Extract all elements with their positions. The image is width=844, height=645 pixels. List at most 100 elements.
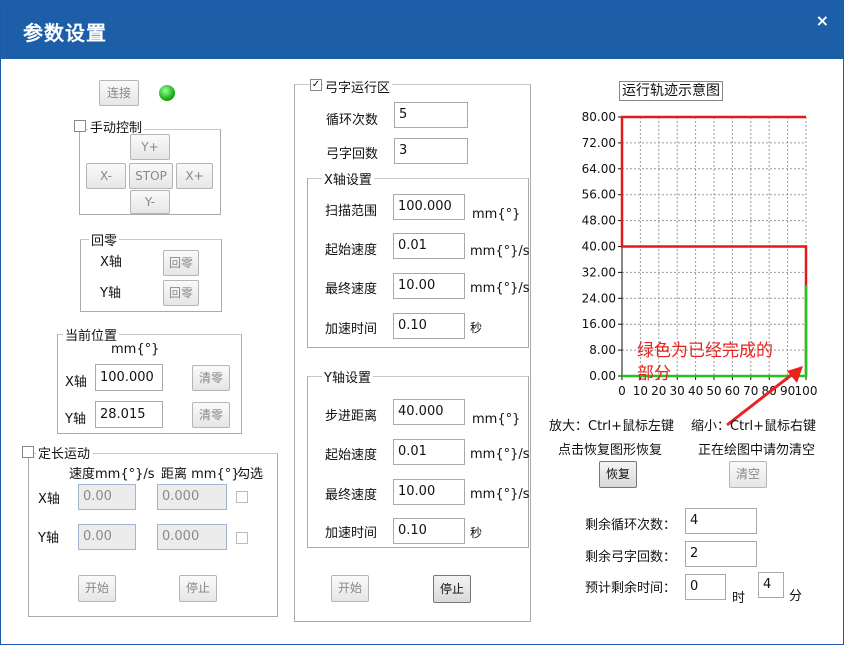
current-position-unit: mm{°} bbox=[111, 342, 160, 357]
y-tick-label: 72.00 bbox=[582, 136, 616, 150]
step-distance-unit: mm{°} bbox=[472, 412, 521, 427]
scan-range-unit: mm{°} bbox=[472, 207, 521, 222]
y-tick-label: 40.00 bbox=[582, 240, 616, 254]
no-clear-hint: 正在绘图中请勿清空 bbox=[698, 443, 816, 458]
manual-control-checkbox[interactable] bbox=[74, 120, 86, 132]
position-y-field[interactable]: 28.015 bbox=[95, 401, 163, 428]
distance-column-header: 距离 mm{°} bbox=[161, 467, 240, 482]
jog-y-plus-button[interactable]: Y+ bbox=[130, 134, 170, 160]
title-bar: 参数设置 × bbox=[1, 1, 843, 59]
y-axis-settings-label: Y轴设置 bbox=[322, 367, 373, 386]
jog-stop-button[interactable]: STOP bbox=[129, 163, 173, 189]
y-tick-label: 32.00 bbox=[582, 265, 616, 279]
remaining-minutes-field[interactable]: 4 bbox=[758, 572, 784, 598]
hours-unit: 时 bbox=[732, 591, 746, 606]
connect-button[interactable]: 连接 bbox=[99, 80, 139, 106]
x-start-speed-unit: mm{°}/s bbox=[470, 244, 530, 259]
minutes-unit: 分 bbox=[789, 589, 803, 604]
bows-field[interactable]: 3 bbox=[394, 138, 468, 164]
fixed-y-speed-field[interactable]: 0.00 bbox=[78, 524, 136, 550]
x-tick-label: 10 bbox=[633, 384, 648, 398]
x-start-speed-label: 起始速度 bbox=[325, 243, 378, 258]
x-end-speed-label: 最终速度 bbox=[325, 282, 378, 297]
restore-button[interactable]: 恢复 bbox=[599, 461, 637, 488]
x-accel-time-label: 加速时间 bbox=[325, 322, 378, 337]
loops-label: 循环次数 bbox=[326, 113, 379, 128]
fixed-length-label: 定长运动 bbox=[36, 443, 93, 462]
step-distance-field[interactable]: 40.000 bbox=[393, 399, 465, 425]
y-end-speed-field[interactable]: 10.00 bbox=[393, 479, 465, 505]
fixed-x-label: X轴 bbox=[38, 492, 60, 507]
step-distance-label: 步进距离 bbox=[325, 409, 378, 424]
y-accel-time-unit: 秒 bbox=[470, 526, 483, 540]
close-icon[interactable]: × bbox=[816, 11, 829, 30]
y-tick-label: 64.00 bbox=[582, 162, 616, 176]
position-y-label: Y轴 bbox=[65, 412, 86, 427]
home-y-button[interactable]: 回零 bbox=[163, 280, 199, 306]
y-tick-label: 8.00 bbox=[589, 343, 616, 357]
fixed-y-label: Y轴 bbox=[38, 531, 59, 546]
fixed-y-distance-field[interactable]: 0.000 bbox=[157, 524, 227, 550]
remaining-time-label: 预计剩余时间： bbox=[585, 581, 677, 596]
y-end-speed-label: 最终速度 bbox=[325, 488, 378, 503]
y-tick-label: 56.00 bbox=[582, 188, 616, 202]
y-tick-label: 24.00 bbox=[582, 291, 616, 305]
scan-range-label: 扫描范围 bbox=[325, 204, 378, 219]
zigzag-checkbox[interactable]: ✓ bbox=[310, 79, 322, 91]
y-start-speed-field[interactable]: 0.01 bbox=[393, 439, 465, 465]
completed-part-annotation-line1: 绿色为已经完成的 bbox=[637, 341, 773, 361]
speed-column-header: 速度mm{°}/s bbox=[69, 467, 155, 482]
x-end-speed-field[interactable]: 10.00 bbox=[393, 273, 465, 299]
x-axis-settings-label: X轴设置 bbox=[322, 169, 374, 188]
remaining-loops-field[interactable]: 4 bbox=[685, 508, 757, 534]
trajectory-title: 运行轨迹示意图 bbox=[619, 81, 723, 101]
zigzag-start-button[interactable]: 开始 bbox=[331, 575, 369, 602]
scan-range-field[interactable]: 100.000 bbox=[393, 194, 465, 220]
clear-x-button[interactable]: 清零 bbox=[192, 365, 230, 391]
zoom-in-hint: 放大：Ctrl+鼠标左键 bbox=[549, 419, 675, 434]
connection-status-led-icon bbox=[159, 85, 175, 101]
jog-y-minus-button[interactable]: Y- bbox=[130, 190, 170, 214]
x-tick-label: 0 bbox=[618, 384, 626, 398]
x-tick-label: 50 bbox=[706, 384, 721, 398]
y-accel-time-field[interactable]: 0.10 bbox=[393, 518, 465, 544]
home-x-button[interactable]: 回零 bbox=[163, 250, 199, 276]
x-tick-label: 20 bbox=[651, 384, 666, 398]
jog-x-minus-button[interactable]: X- bbox=[86, 163, 126, 189]
y-tick-label: 48.00 bbox=[582, 214, 616, 228]
x-end-speed-unit: mm{°}/s bbox=[470, 281, 530, 296]
remaining-loops-label: 剩余循环次数： bbox=[585, 518, 677, 533]
remaining-hours-field[interactable]: 0 bbox=[685, 574, 726, 600]
fixed-y-enable-checkbox[interactable] bbox=[236, 532, 248, 544]
fixed-x-speed-field[interactable]: 0.00 bbox=[78, 484, 136, 510]
clear-y-button[interactable]: 清零 bbox=[192, 402, 230, 428]
y-tick-label: 0.00 bbox=[589, 369, 616, 383]
x-start-speed-field[interactable]: 0.01 bbox=[393, 233, 465, 259]
y-tick-label: 80.00 bbox=[582, 110, 616, 124]
restore-hint: 点击恢复图形恢复 bbox=[558, 443, 663, 458]
fixed-stop-button[interactable]: 停止 bbox=[179, 575, 217, 602]
x-tick-label: 40 bbox=[688, 384, 703, 398]
y-accel-time-label: 加速时间 bbox=[325, 526, 378, 541]
remaining-bows-label: 剩余弓字回数： bbox=[585, 550, 677, 565]
y-tick-label: 16.00 bbox=[582, 317, 616, 331]
position-x-field[interactable]: 100.000 bbox=[95, 364, 163, 391]
y-start-speed-unit: mm{°}/s bbox=[470, 447, 530, 462]
zoom-out-hint: 缩小：Ctrl+鼠标右键 bbox=[691, 419, 817, 434]
remaining-bows-field[interactable]: 2 bbox=[685, 541, 757, 567]
fixed-x-distance-field[interactable]: 0.000 bbox=[157, 484, 227, 510]
fixed-start-button[interactable]: 开始 bbox=[78, 575, 116, 602]
home-x-label: X轴 bbox=[100, 255, 122, 270]
loops-field[interactable]: 5 bbox=[394, 102, 468, 128]
clear-button[interactable]: 清空 bbox=[729, 461, 767, 488]
bows-label: 弓字回数 bbox=[326, 147, 379, 162]
zigzag-stop-button[interactable]: 停止 bbox=[433, 575, 471, 603]
y-end-speed-unit: mm{°}/s bbox=[470, 487, 530, 502]
jog-x-plus-button[interactable]: X+ bbox=[176, 163, 213, 189]
home-group bbox=[80, 239, 222, 312]
parameter-settings-window: 参数设置 × 连接 手动控制 Y+ X- STOP X+ Y- 回零 X轴 回零… bbox=[0, 0, 844, 645]
x-accel-time-field[interactable]: 0.10 bbox=[393, 313, 465, 339]
fixed-length-checkbox[interactable] bbox=[22, 446, 34, 458]
home-y-label: Y轴 bbox=[100, 286, 121, 301]
fixed-x-enable-checkbox[interactable] bbox=[236, 491, 248, 503]
